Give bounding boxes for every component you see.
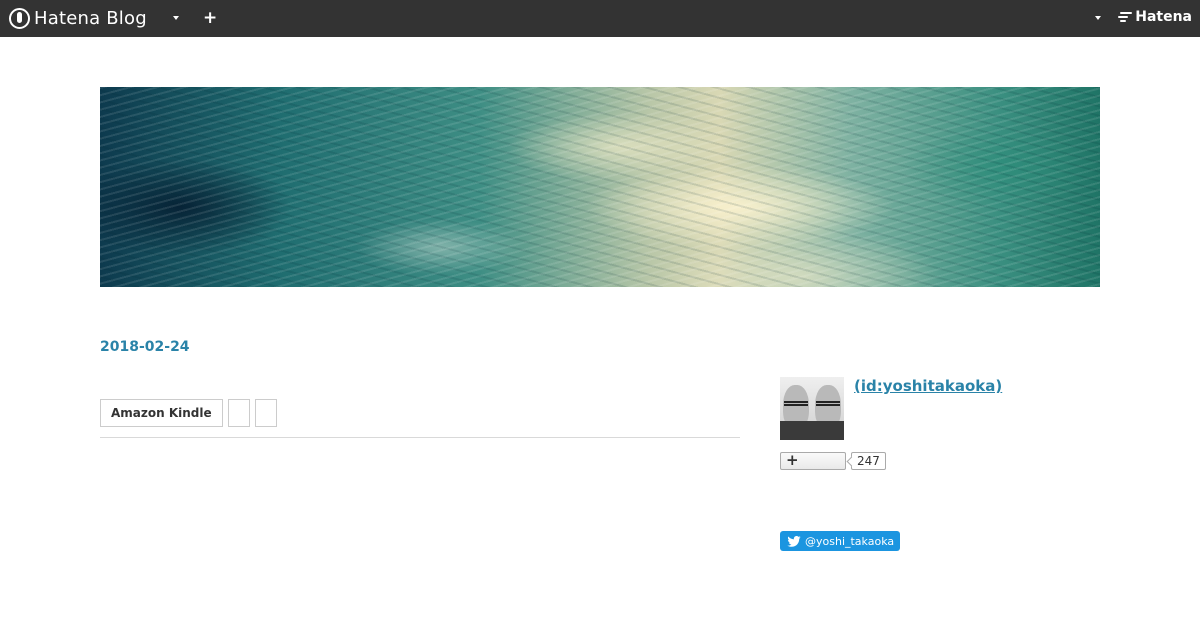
category-item[interactable] — [227, 399, 250, 427]
avatar[interactable] — [780, 377, 844, 440]
category-amazon-kindle[interactable]: Amazon Kindle — [100, 399, 223, 427]
plus-icon: + — [786, 451, 799, 469]
hatena-blog-logo[interactable]: Hatena Blog — [9, 6, 147, 31]
subscribe-widget: + 247 — [780, 451, 886, 470]
global-header: Hatena Blog + Hatena — [0, 0, 1200, 37]
hatena-mark-icon — [1118, 11, 1133, 23]
category-item[interactable] — [254, 399, 277, 427]
hatena-brand-link[interactable]: Hatena — [1118, 9, 1192, 25]
profile-id-link[interactable]: (id:yoshitakaoka) — [854, 377, 1002, 395]
hatena-blog-logo-icon — [9, 8, 30, 29]
subscriber-count: 247 — [851, 452, 886, 470]
blog-menu-caret-icon[interactable] — [173, 16, 179, 20]
water-texture — [100, 87, 1100, 287]
twitter-bird-icon — [787, 535, 801, 547]
subscribe-button[interactable]: + — [780, 451, 846, 470]
avatar-face-right — [812, 377, 844, 440]
blog-header-image[interactable] — [100, 87, 1100, 287]
avatar-face-left — [780, 377, 812, 440]
entry-categories: Amazon Kindle — [100, 399, 277, 427]
user-menu-caret-icon[interactable] — [1095, 16, 1101, 20]
entry-divider — [100, 437, 740, 438]
twitter-follow-button[interactable]: @yoshi_takaoka — [780, 531, 900, 551]
entry-date-link[interactable]: 2018-02-24 — [100, 339, 190, 355]
plus-icon[interactable]: + — [203, 8, 217, 28]
logo-text: Hatena Blog — [34, 8, 147, 29]
hatena-brand-text: Hatena — [1135, 9, 1192, 25]
twitter-handle: @yoshi_takaoka — [805, 534, 895, 548]
